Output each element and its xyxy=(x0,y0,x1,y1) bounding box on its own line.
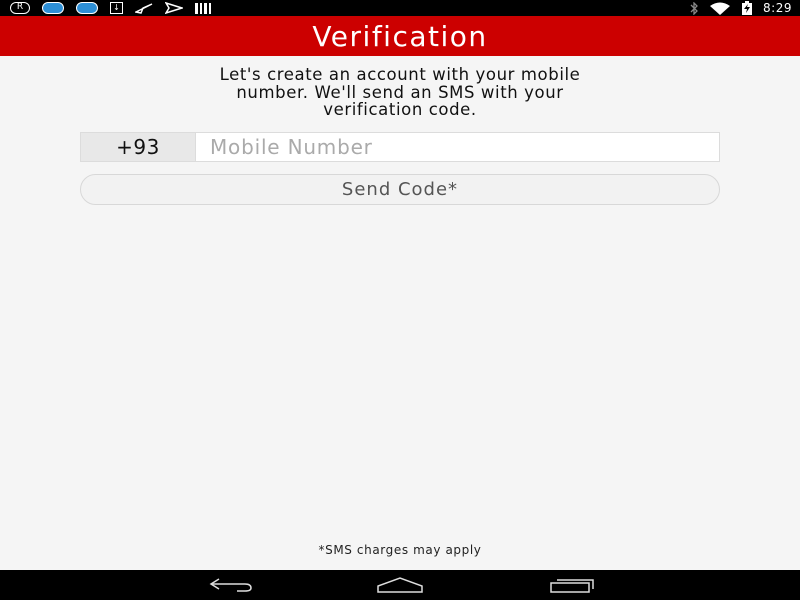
barcode-icon xyxy=(195,1,211,15)
notification-icons: R ↓ xyxy=(10,1,223,15)
bluetooth-icon xyxy=(689,1,699,15)
navigation-bar xyxy=(0,570,800,600)
country-code-selector[interactable]: +93 xyxy=(80,132,196,162)
wifi-icon xyxy=(709,1,731,15)
send-code-button[interactable]: Send Code* xyxy=(80,174,720,205)
intro-line: number. We'll send an SMS with your xyxy=(236,82,564,102)
intro-line: Let's create an account with your mobile xyxy=(219,65,581,84)
clock: 8:29 xyxy=(763,1,792,15)
registered-icon: R xyxy=(10,1,30,15)
recents-icon[interactable] xyxy=(532,570,612,600)
app-header: Verification xyxy=(0,16,800,56)
mobile-number-input[interactable] xyxy=(196,132,720,162)
battery-charging-icon xyxy=(741,1,753,15)
send-icon xyxy=(165,1,183,15)
page-title: Verification xyxy=(312,19,488,53)
phone-row: +93 xyxy=(80,132,720,162)
intro-text: Let's create an account with your mobile… xyxy=(80,66,720,119)
home-icon[interactable] xyxy=(360,570,440,600)
system-icons: 8:29 xyxy=(689,0,792,16)
intro-line: verification code. xyxy=(323,100,477,119)
airplane-icon xyxy=(135,1,153,15)
sync-icon xyxy=(42,1,64,15)
sms-charges-note: *SMS charges may apply xyxy=(318,543,482,557)
status-bar: R ↓ 8:29 xyxy=(0,0,800,16)
sync-icon xyxy=(76,1,98,15)
download-icon: ↓ xyxy=(110,1,123,15)
back-icon[interactable] xyxy=(190,570,270,600)
